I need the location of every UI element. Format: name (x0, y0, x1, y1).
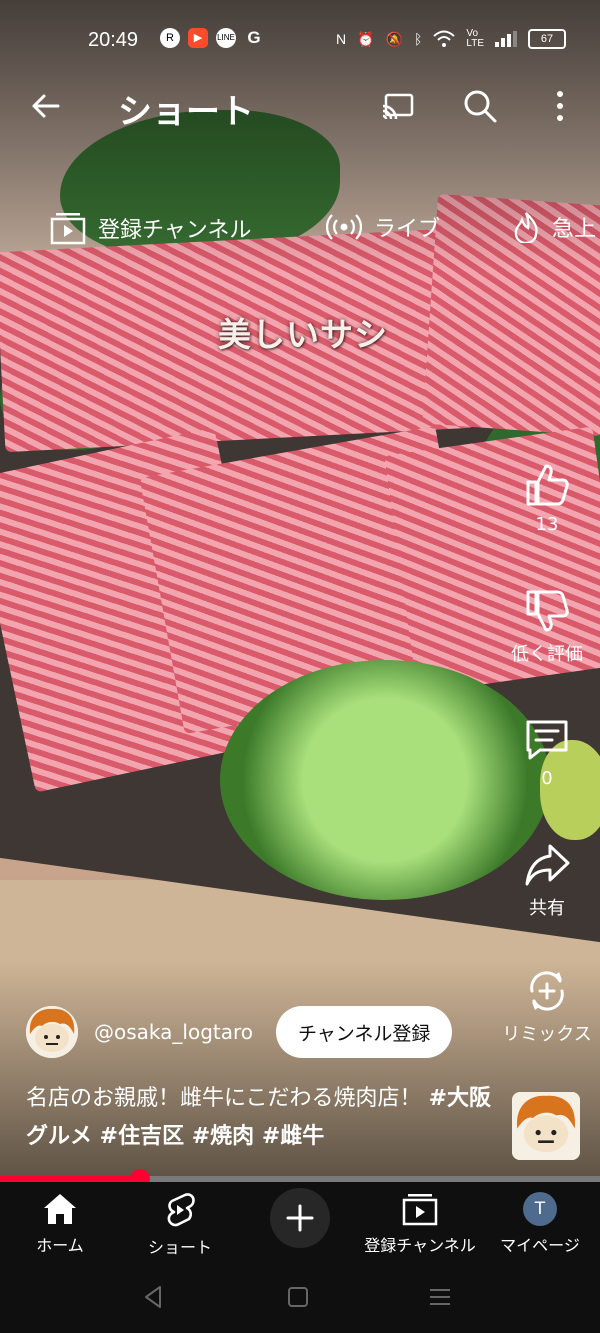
wifi-icon (433, 30, 456, 47)
alarm-icon: ⏰ (357, 30, 375, 47)
nav-home-label: ホーム (36, 1236, 84, 1255)
share-icon (525, 844, 570, 886)
thumbs-up-icon (526, 464, 569, 506)
volte-icon: Vo LTE (466, 28, 484, 49)
system-menu-icon[interactable] (427, 1284, 453, 1310)
tab-live[interactable]: ライブ (326, 211, 440, 243)
tab-live-label: ライブ (374, 217, 441, 242)
more-options-icon[interactable] (542, 88, 578, 124)
subscriptions-nav-icon (402, 1194, 438, 1226)
bottom-navigation: ホーム ショート 登録チャンネル T マイページ (0, 1182, 600, 1260)
user-avatar: T (523, 1192, 557, 1226)
comment-icon (526, 720, 568, 760)
tab-subscriptions[interactable]: 登録チャンネル (50, 211, 251, 245)
rakuten-icon: R (160, 28, 180, 48)
dislike-label: 低く評価 (511, 644, 583, 665)
line-icon: LINE (216, 28, 236, 48)
shorts-screen: 美しいサシ 20:49 R ▶ LINE G N ⏰ 🔕 ᛒ Vo LTE 67… (0, 0, 600, 1333)
dislike-button[interactable]: 低く評価 (500, 588, 594, 666)
channel-avatar[interactable] (26, 1006, 78, 1058)
tab-trending-label: 急上 (552, 217, 597, 242)
caption-text: 名店のお親戚！雌牛にこだわる焼肉店！ (26, 1086, 422, 1111)
remix-button[interactable]: リミックス (500, 968, 594, 1046)
remix-label: リミックス (502, 1024, 592, 1045)
cast-icon[interactable] (380, 88, 416, 124)
comments-button[interactable]: 0 (500, 716, 594, 789)
plus-icon (286, 1204, 314, 1232)
nav-shorts[interactable]: ショート (115, 1192, 245, 1258)
shorts-icon (167, 1193, 195, 1227)
subscriptions-icon (50, 213, 86, 245)
nav-subscriptions[interactable]: 登録チャンネル (355, 1192, 485, 1256)
character-thumbnail-icon (512, 1092, 580, 1160)
mute-icon: 🔕 (385, 30, 403, 47)
page-title: ショート (118, 92, 254, 132)
like-button[interactable]: 13 (500, 462, 594, 535)
google-icon: G (247, 28, 261, 47)
system-home-icon[interactable] (285, 1284, 311, 1310)
status-bar: 20:49 R ▶ LINE G N ⏰ 🔕 ᛒ Vo LTE 67 (0, 18, 600, 62)
system-navigation-bar (0, 1260, 600, 1333)
character-avatar-icon (26, 1006, 78, 1058)
nav-subscriptions-label: 登録チャンネル (364, 1236, 476, 1255)
trending-icon (514, 212, 538, 243)
youtube-icon: ▶ (188, 28, 208, 48)
app-header: ショート (0, 80, 600, 132)
nfc-icon: N (335, 31, 347, 47)
like-count: 13 (535, 514, 559, 535)
nav-you-label: マイページ (500, 1236, 580, 1255)
shorts-tabs: 登録チャンネル ライブ 急上 (0, 205, 600, 255)
nav-home[interactable]: ホーム (0, 1192, 125, 1256)
bluetooth-icon: ᛒ (413, 31, 423, 47)
status-time: 20:49 (88, 29, 139, 51)
signal-icon (495, 31, 517, 47)
tab-trending[interactable]: 急上 (512, 211, 596, 243)
remix-icon (530, 971, 564, 1011)
channel-handle[interactable]: @osaka_logtaro (94, 1020, 253, 1044)
battery-icon: 67 (528, 29, 566, 49)
share-button[interactable]: 共有 (500, 842, 594, 920)
live-icon (326, 214, 362, 240)
thumbs-down-icon (526, 590, 569, 632)
video-overlay-text: 美しいサシ (218, 315, 388, 354)
nav-you[interactable]: T マイページ (475, 1192, 600, 1256)
tab-subscriptions-label: 登録チャンネル (98, 218, 252, 243)
search-icon[interactable] (462, 88, 498, 124)
home-icon (44, 1194, 76, 1224)
back-arrow-icon[interactable] (28, 88, 64, 124)
create-button[interactable] (270, 1188, 330, 1248)
comment-count: 0 (541, 768, 553, 789)
system-back-icon[interactable] (140, 1284, 166, 1310)
sound-thumbnail[interactable] (512, 1092, 580, 1160)
video-caption[interactable]: 名店のお親戚！雌牛にこだわる焼肉店！ #大阪グルメ #住吉区 #焼肉 #雌牛 (26, 1080, 496, 1156)
share-label: 共有 (529, 898, 565, 919)
subscribe-button[interactable]: チャンネル登録 (276, 1006, 453, 1058)
nav-shorts-label: ショート (147, 1238, 212, 1257)
